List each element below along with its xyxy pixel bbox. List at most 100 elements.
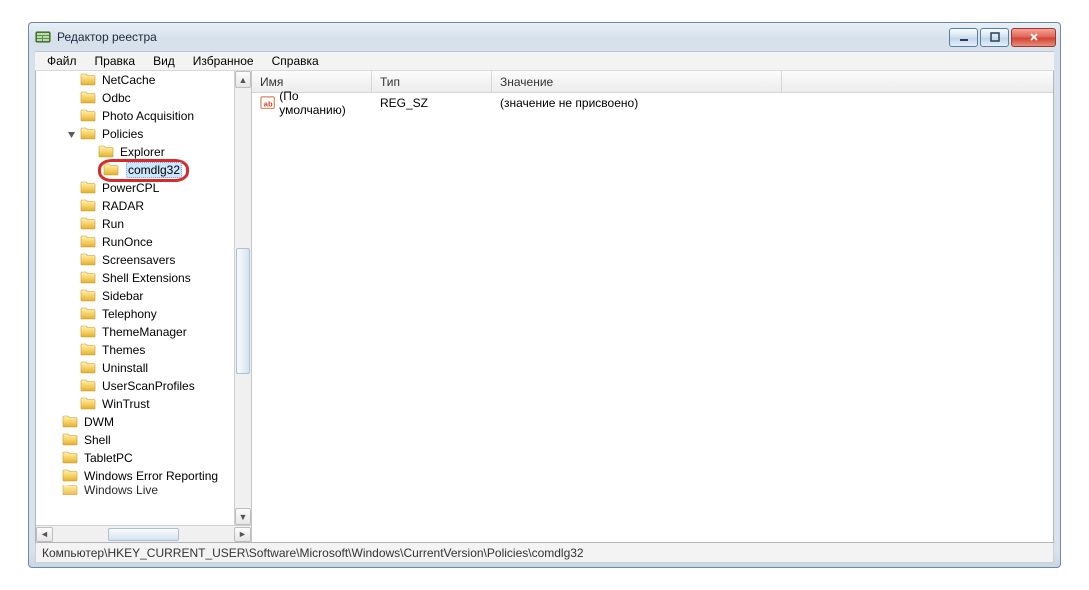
collapse-icon[interactable] — [66, 129, 77, 140]
menu-help[interactable]: Справка — [264, 52, 327, 70]
scroll-down-button[interactable]: ▼ — [235, 508, 251, 525]
tree-item[interactable]: Odbc — [36, 89, 251, 107]
toggle-placeholder — [66, 399, 77, 410]
tree-panel: NetCacheOdbcPhoto AcquisitionPoliciesExp… — [36, 71, 252, 542]
tree-item-label: ThemeManager — [100, 324, 189, 340]
value-name: (По умолчанию) — [279, 89, 364, 117]
toggle-placeholder — [66, 237, 77, 248]
tree-item-label: Photo Acquisition — [100, 108, 196, 124]
tree-item[interactable]: DWM — [36, 413, 251, 431]
toggle-placeholder — [66, 255, 77, 266]
value-type: REG_SZ — [380, 96, 428, 110]
toggle-placeholder — [66, 309, 77, 320]
tree-item[interactable]: Policies — [36, 125, 251, 143]
toggle-placeholder — [66, 291, 77, 302]
tree-view[interactable]: NetCacheOdbcPhoto AcquisitionPoliciesExp… — [36, 71, 251, 525]
toggle-placeholder — [84, 147, 95, 158]
column-data[interactable]: Значение — [492, 71, 782, 92]
tree-item[interactable]: UserScanProfiles — [36, 377, 251, 395]
tree-item-label: RADAR — [100, 198, 146, 214]
svg-text:ab: ab — [264, 99, 273, 108]
values-list[interactable]: ab(По умолчанию)REG_SZ(значение не присв… — [252, 93, 1053, 542]
tree-item[interactable]: Telephony — [36, 305, 251, 323]
folder-icon — [80, 72, 100, 89]
toggle-placeholder — [66, 111, 77, 122]
titlebar[interactable]: Редактор реестра — [29, 23, 1060, 51]
tree-item[interactable]: PowerCPL — [36, 179, 251, 197]
tree-item-label: Shell — [82, 432, 113, 448]
folder-icon — [80, 216, 100, 233]
values-header: Имя Тип Значение — [252, 71, 1053, 93]
folder-icon — [80, 378, 100, 395]
tree-item[interactable]: Photo Acquisition — [36, 107, 251, 125]
folder-icon — [62, 468, 82, 485]
scroll-right-button[interactable]: ► — [234, 527, 251, 542]
tree-item[interactable]: Windows Live — [36, 485, 251, 495]
scroll-track[interactable] — [54, 527, 233, 542]
tree-horizontal-scrollbar[interactable]: ◄ ► — [36, 525, 251, 542]
tree-item[interactable]: Shell Extensions — [36, 269, 251, 287]
tree-item[interactable]: Themes — [36, 341, 251, 359]
toggle-placeholder — [48, 471, 59, 482]
tree-item-label: UserScanProfiles — [100, 378, 197, 394]
tree-item[interactable]: RADAR — [36, 197, 251, 215]
close-button[interactable] — [1011, 28, 1056, 47]
folder-icon — [80, 288, 100, 305]
menu-favorites[interactable]: Избранное — [185, 52, 262, 70]
status-bar: Компьютер\HKEY_CURRENT_USER\Software\Mic… — [35, 543, 1054, 563]
scroll-up-button[interactable]: ▲ — [235, 71, 251, 88]
tree-item[interactable]: NetCache — [36, 71, 251, 89]
toggle-placeholder — [66, 93, 77, 104]
maximize-button[interactable] — [980, 28, 1009, 47]
folder-icon — [80, 108, 100, 125]
folder-icon — [80, 396, 100, 413]
tree-item[interactable]: Uninstall — [36, 359, 251, 377]
scroll-thumb[interactable] — [108, 528, 180, 541]
scroll-thumb[interactable] — [236, 248, 250, 374]
toggle-placeholder — [48, 485, 59, 495]
tree-item[interactable]: ThemeManager — [36, 323, 251, 341]
tree-item-label: Odbc — [100, 90, 133, 106]
tree-item-label: Policies — [100, 126, 145, 142]
status-path: Компьютер\HKEY_CURRENT_USER\Software\Mic… — [42, 546, 584, 560]
tree-item-label: Run — [100, 216, 126, 232]
app-window: Редактор реестра Файл Правка Вид Избранн… — [28, 22, 1061, 568]
value-row[interactable]: ab(По умолчанию)REG_SZ(значение не присв… — [252, 93, 1053, 113]
toggle-placeholder — [48, 417, 59, 428]
annotation-highlight: comdlg32 — [98, 159, 189, 182]
tree-item[interactable]: RunOnce — [36, 233, 251, 251]
tree-item[interactable]: WinTrust — [36, 395, 251, 413]
folder-icon — [80, 306, 100, 323]
tree-item-label: RunOnce — [100, 234, 155, 250]
toggle-placeholder — [48, 435, 59, 446]
tree-item-label: DWM — [82, 414, 116, 430]
tree-item-label: NetCache — [100, 72, 157, 88]
minimize-button[interactable] — [949, 28, 978, 47]
tree-item[interactable]: Windows Error Reporting — [36, 467, 251, 485]
menu-edit[interactable]: Правка — [87, 52, 144, 70]
folder-icon — [98, 144, 118, 161]
tree-item[interactable]: Run — [36, 215, 251, 233]
toggle-placeholder — [66, 345, 77, 356]
scroll-left-button[interactable]: ◄ — [36, 527, 53, 542]
folder-icon — [103, 162, 123, 179]
folder-icon — [80, 360, 100, 377]
tree-vertical-scrollbar[interactable]: ▲ ▼ — [234, 71, 251, 525]
toggle-placeholder — [66, 363, 77, 374]
window-buttons — [949, 28, 1056, 47]
tree-item[interactable]: Screensavers — [36, 251, 251, 269]
tree-item[interactable]: Sidebar — [36, 287, 251, 305]
menu-file[interactable]: Файл — [39, 52, 85, 70]
folder-icon — [80, 234, 100, 251]
folder-icon — [80, 324, 100, 341]
tree-item[interactable]: Shell — [36, 431, 251, 449]
window-title: Редактор реестра — [57, 30, 943, 44]
tree-item-label: PowerCPL — [100, 180, 161, 196]
tree-item[interactable]: TabletPC — [36, 449, 251, 467]
toggle-placeholder — [66, 327, 77, 338]
tree-item[interactable]: comdlg32 — [36, 161, 251, 179]
folder-icon — [62, 414, 82, 431]
column-type[interactable]: Тип — [372, 71, 492, 92]
menu-view[interactable]: Вид — [145, 52, 183, 70]
scroll-track[interactable] — [235, 88, 251, 508]
